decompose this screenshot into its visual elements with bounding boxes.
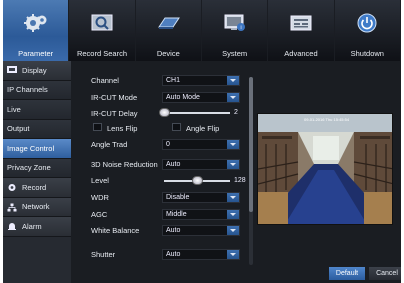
panel-icon <box>288 12 314 34</box>
camera-scene-image <box>258 114 392 224</box>
level-label: Level <box>91 176 109 185</box>
sidebar-item-label: Network <box>22 202 50 212</box>
tab-system[interactable]: i System <box>202 0 269 61</box>
channel-value: CH1 <box>166 77 181 84</box>
tab-advanced[interactable]: Advanced <box>268 0 335 61</box>
level-slider[interactable] <box>164 176 230 185</box>
agc-label: AGC <box>91 210 108 219</box>
scrollbar-thumb[interactable] <box>249 77 253 212</box>
shutter-select[interactable]: Auto <box>162 249 240 260</box>
sidebar-item-ip-channels[interactable]: IP Channels <box>3 80 71 100</box>
white-balance-value: Auto <box>166 227 181 234</box>
tab-device[interactable]: Device <box>136 0 202 61</box>
default-button[interactable]: Default <box>329 267 365 280</box>
sidebar-item-live[interactable]: Live <box>3 100 71 120</box>
dropdown-arrow-icon <box>227 193 239 202</box>
white-balance-select[interactable]: Auto <box>162 225 240 236</box>
tab-label: Record Search <box>76 49 127 58</box>
tab-label: Advanced <box>284 49 318 58</box>
sidebar-item-output[interactable]: Output <box>3 119 71 139</box>
tab-record-search[interactable]: Record Search <box>69 0 136 61</box>
angle-trad-value: 0 <box>166 141 170 148</box>
tab-label: Device <box>156 49 180 58</box>
angle-trad-label: Angle Trad <box>91 140 128 149</box>
white-balance-label: White Balance <box>91 226 140 235</box>
channel-select[interactable]: CH1 <box>162 75 240 86</box>
ircut-delay-label: IR-CUT Delay <box>91 109 138 118</box>
angle-trad-select[interactable]: 0 <box>162 139 240 150</box>
alarm-bell-icon <box>7 222 17 231</box>
slider-knob[interactable] <box>159 108 170 117</box>
sidebar-item-network[interactable]: Network <box>3 197 71 217</box>
level-value: 128 <box>234 177 246 184</box>
wdr-select[interactable]: Disable <box>162 192 240 203</box>
ircut-mode-label: IR-CUT Mode <box>91 93 138 102</box>
dvr-window: Parameter Record Search Device i System … <box>3 0 401 283</box>
channel-label: Channel <box>91 76 119 85</box>
noise-reduction-value: Auto <box>166 161 181 168</box>
sidebar-item-alarm[interactable]: Alarm <box>3 217 71 237</box>
dropdown-arrow-icon <box>227 250 239 259</box>
preview-timestamp: 09-01-2016 Thu 15:45:54 <box>304 117 350 122</box>
sidebar-item-record[interactable]: Record <box>3 178 71 198</box>
sidebar-item-label: Alarm <box>22 221 42 231</box>
agc-value: Middle <box>166 211 187 218</box>
wdr-value: Disable <box>166 194 190 201</box>
dropdown-arrow-icon <box>227 93 239 102</box>
sidebar-item-label: Output <box>7 124 30 134</box>
dropdown-arrow-icon <box>227 76 239 85</box>
power-icon <box>354 12 380 34</box>
top-nav: Parameter Record Search Device i System … <box>3 0 401 61</box>
display-icon <box>7 66 17 74</box>
monitor-icon: i <box>222 12 248 34</box>
tab-label: Shutdown <box>350 49 384 58</box>
tab-parameter[interactable]: Parameter <box>3 0 70 61</box>
angle-flip-checkbox[interactable] <box>172 123 181 131</box>
sidebar-item-privacy-zone[interactable]: Privacy Zone <box>3 158 71 178</box>
ircut-delay-value: 2 <box>234 109 238 116</box>
lens-flip-label: Lens Flip <box>107 124 138 133</box>
gears-icon <box>23 12 49 34</box>
slider-knob[interactable] <box>192 176 203 185</box>
ircut-mode-value: Auto Mode <box>166 94 200 101</box>
svg-text:i: i <box>240 25 241 31</box>
dropdown-arrow-icon <box>227 226 239 235</box>
sidebar-item-label: Live <box>7 104 21 114</box>
network-icon <box>7 203 17 212</box>
sidebar-item-label: Image Control <box>7 143 55 153</box>
hard-disk-icon <box>155 12 181 34</box>
noise-reduction-label: 3D Noise Reduction <box>91 160 158 169</box>
settings-scrollbar[interactable] <box>249 77 253 265</box>
tab-shutdown[interactable]: Shutdown <box>335 0 401 61</box>
dropdown-arrow-icon <box>227 140 239 149</box>
shutter-label: Shutter <box>91 250 116 259</box>
shutter-value: Auto <box>166 251 181 258</box>
sidebar-item-display[interactable]: Display <box>3 61 71 81</box>
angle-flip-label: Angle Flip <box>186 124 220 133</box>
sidebar-item-label: Privacy Zone <box>7 163 51 173</box>
magnifier-icon <box>89 12 115 34</box>
sidebar-item-label: Display <box>22 65 47 75</box>
ircut-delay-slider[interactable] <box>159 108 230 117</box>
sidebar-item-image-control[interactable]: Image Control <box>3 139 71 159</box>
sidebar-item-label: Record <box>22 182 47 192</box>
cancel-button[interactable]: Cancel <box>369 267 401 280</box>
tab-label: Parameter <box>18 49 54 58</box>
camera-preview: 09-01-2016 Thu 15:45:54 <box>257 113 393 225</box>
dropdown-arrow-icon <box>227 160 239 169</box>
lens-flip-checkbox[interactable] <box>93 123 102 131</box>
agc-select[interactable]: Middle <box>162 209 240 220</box>
dropdown-arrow-icon <box>227 210 239 219</box>
image-control-panel: Channel CH1 IR-CUT Mode Auto Mode IR-CUT… <box>71 61 401 283</box>
sidebar-item-label: IP Channels <box>7 85 48 95</box>
noise-reduction-select[interactable]: Auto <box>162 159 240 170</box>
tab-label: System <box>222 49 248 58</box>
record-gear-icon <box>7 183 17 192</box>
wdr-label: WDR <box>91 193 109 202</box>
ircut-mode-select[interactable]: Auto Mode <box>162 92 240 103</box>
sidebar: Display IP Channels Live Output Image Co… <box>3 61 71 283</box>
